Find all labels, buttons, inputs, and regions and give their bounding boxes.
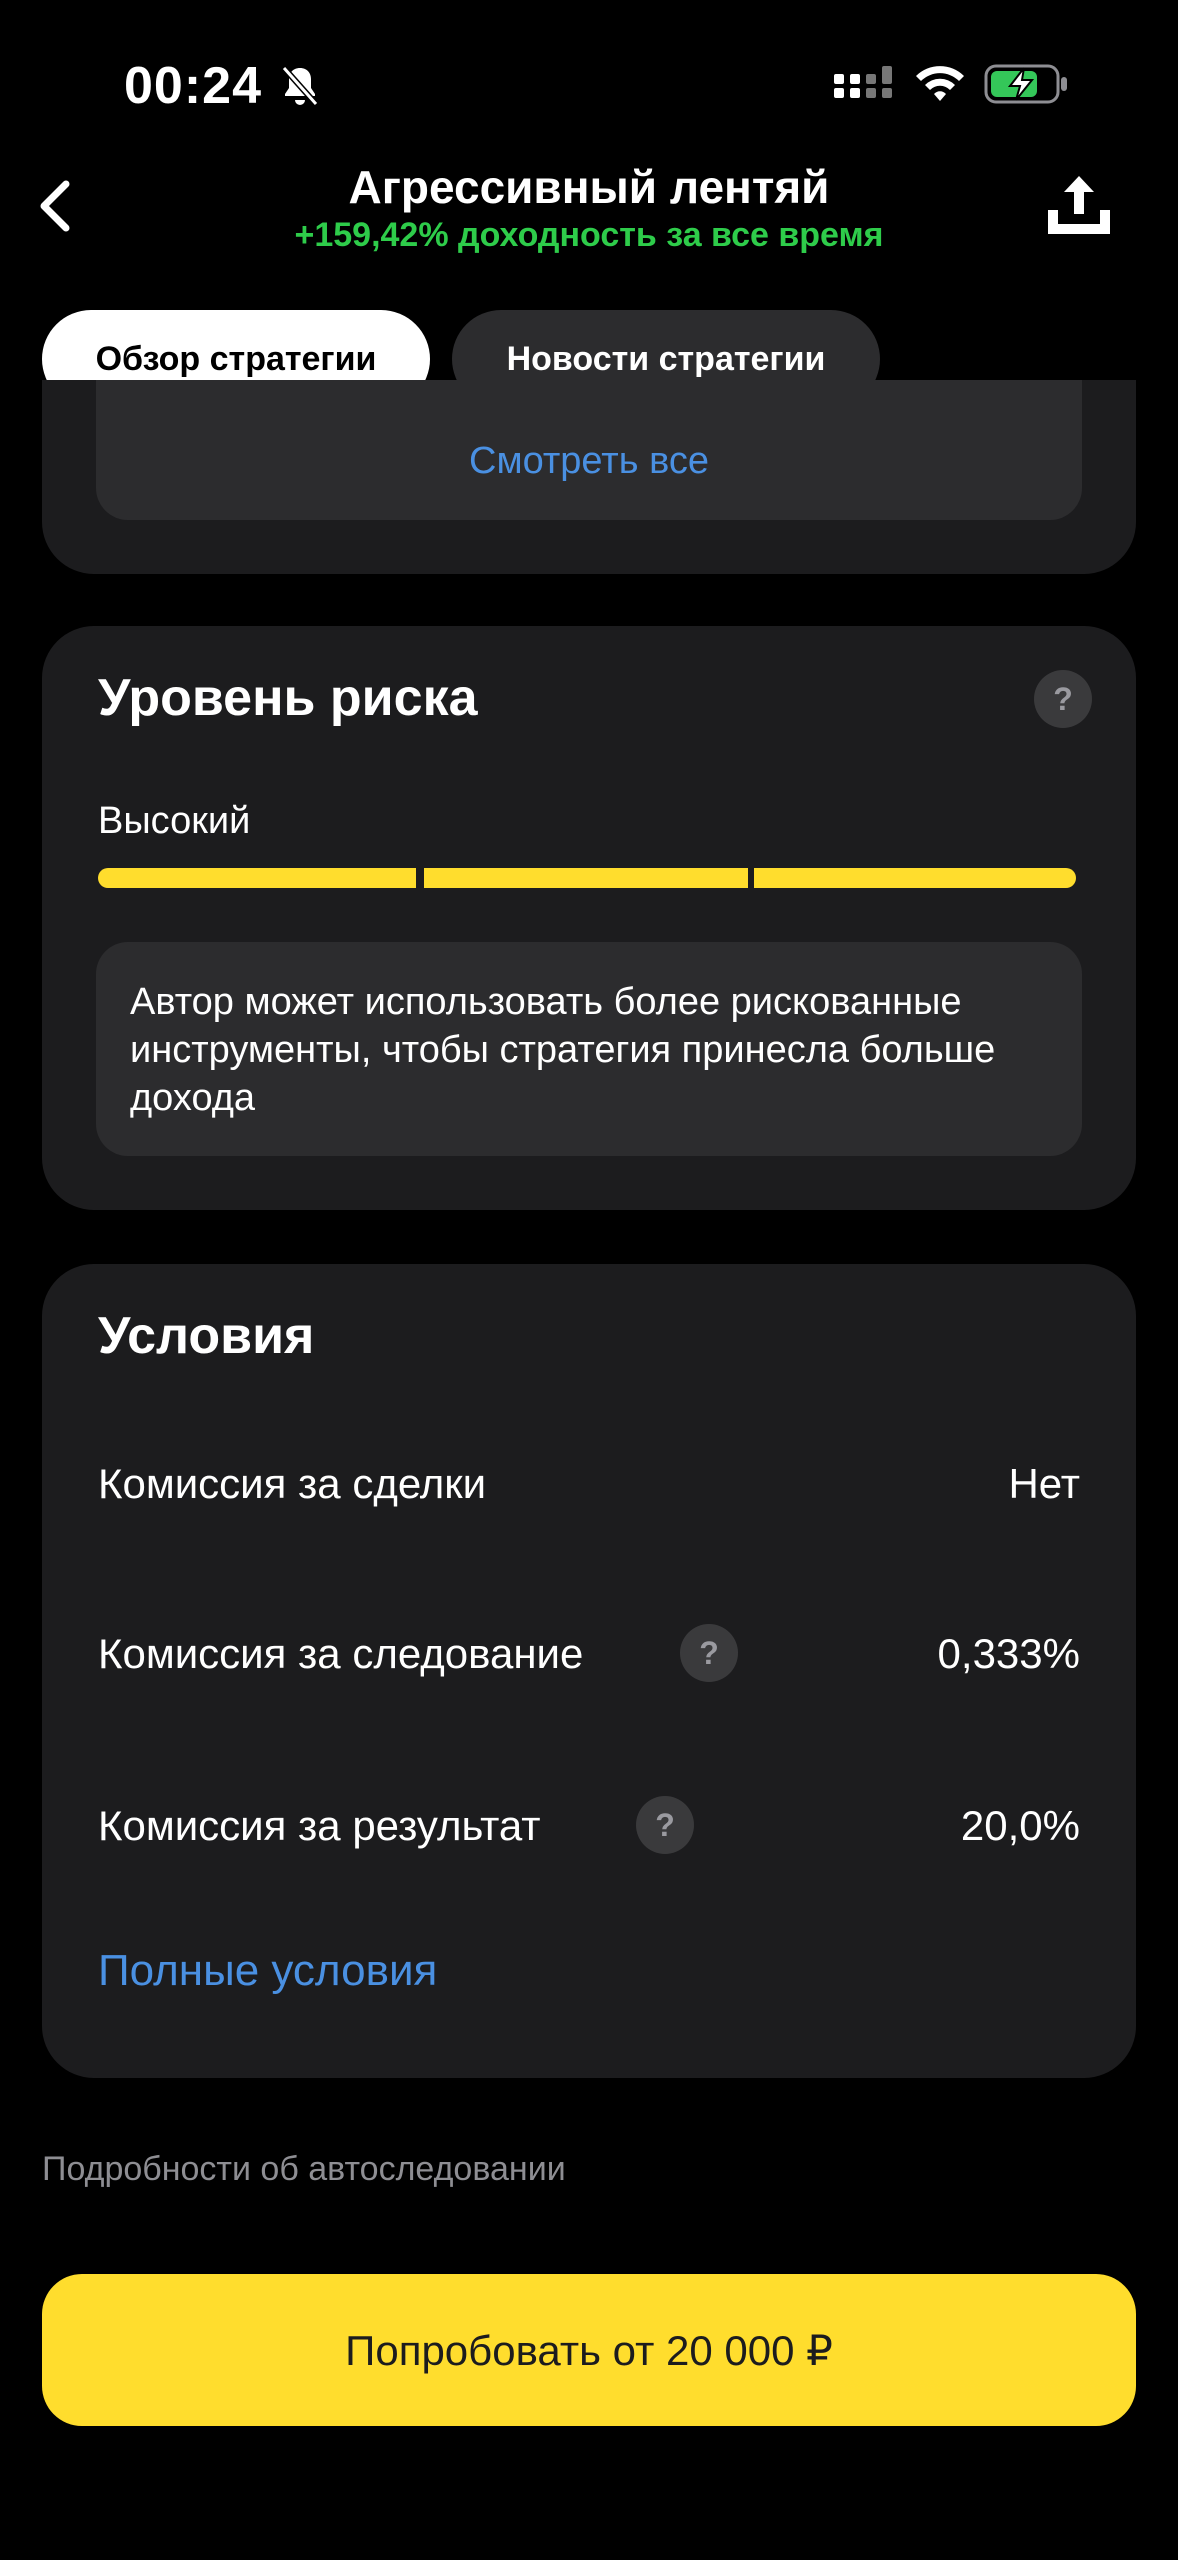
trade-commission-label: Комиссия за сделки: [98, 1460, 487, 1507]
result-commission-value: 20,0%: [960, 1802, 1080, 1849]
trade-commission-value: Нет: [1008, 1460, 1080, 1507]
following-commission-value: 0,333%: [937, 1630, 1080, 1677]
risk-help-icon[interactable]: ?: [1034, 670, 1092, 728]
risk-bar-segment: [754, 868, 1076, 888]
risk-bar-segment: [424, 868, 748, 888]
risk-level-label: Высокий: [98, 800, 251, 842]
result-commission-help-icon[interactable]: ?: [636, 1796, 694, 1854]
following-commission-help-icon[interactable]: ?: [680, 1624, 738, 1682]
risk-title: Уровень риска: [98, 669, 478, 727]
header-area: [0, 0, 1178, 450]
result-commission-label: Комиссия за результат: [98, 1802, 541, 1849]
conditions-title: Условия: [98, 1307, 315, 1365]
following-commission-label: Комиссия за следование: [98, 1630, 584, 1677]
risk-description: Автор может использовать более рискованн…: [130, 981, 996, 1119]
full-conditions-link[interactable]: Полные условия: [98, 1946, 437, 1996]
risk-bar-segment: [98, 868, 416, 888]
scroll-edge: [0, 408, 1178, 450]
try-button[interactable]: Попробовать от 20 000 ₽: [42, 2274, 1136, 2426]
autofollow-details-link[interactable]: Подробности об автоследовании: [42, 2150, 566, 2189]
